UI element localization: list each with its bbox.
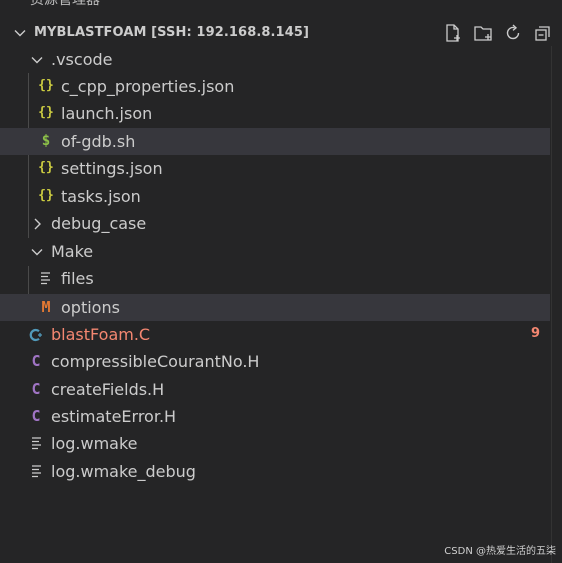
- file-label: options: [61, 298, 120, 317]
- file-label: launch.json: [61, 104, 153, 123]
- header-file-icon: C: [31, 352, 41, 370]
- file-estimateerror-h[interactable]: C estimateError.H: [0, 403, 550, 430]
- chevron-right-icon: [29, 216, 45, 232]
- folder-label: debug_case: [51, 214, 147, 233]
- file-label: createFields.H: [51, 380, 165, 399]
- file-log-wmake-debug[interactable]: log.wmake_debug: [0, 458, 550, 485]
- folder-debug-case[interactable]: debug_case: [0, 210, 550, 237]
- file-tasks-json[interactable]: {} tasks.json: [0, 183, 550, 210]
- header-file-icon: C: [31, 407, 41, 425]
- file-label: blastFoam.C: [51, 325, 151, 344]
- json-icon: {}: [38, 160, 54, 175]
- collapse-all-icon[interactable]: [532, 22, 554, 44]
- vertical-scrollbar[interactable]: [551, 46, 562, 563]
- explorer-title: 资源管理器: [30, 0, 100, 8]
- workspace-title: MYBLASTFOAM [SSH: 192.168.8.145]: [34, 25, 310, 40]
- explorer-panel: 资源管理器 MYBLASTFOAM [SSH: 192.168.8.145] .…: [0, 0, 562, 563]
- file-label: log.wmake: [51, 434, 138, 453]
- file-settings-json[interactable]: {} settings.json: [0, 155, 550, 182]
- file-c-cpp-properties-json[interactable]: {} c_cpp_properties.json: [0, 73, 550, 100]
- file-label: log.wmake_debug: [51, 462, 196, 481]
- json-icon: {}: [38, 105, 54, 120]
- makefile-icon: M: [41, 298, 51, 316]
- cpp-file-icon: [28, 326, 46, 344]
- file-label: c_cpp_properties.json: [61, 77, 235, 96]
- problem-count-badge: 9: [530, 326, 540, 341]
- watermark: CSDN @热爱生活的五柒: [444, 546, 556, 557]
- folder-make[interactable]: Make: [0, 238, 550, 265]
- file-label: settings.json: [61, 159, 163, 178]
- file-compressiblecourantno-h[interactable]: C compressibleCourantNo.H: [0, 348, 550, 375]
- chevron-down-icon: [29, 52, 45, 68]
- folder-vscode[interactable]: .vscode: [0, 46, 550, 73]
- json-icon: {}: [38, 78, 54, 93]
- file-createfields-h[interactable]: C createFields.H: [0, 376, 550, 403]
- explorer-title-bar: 资源管理器: [0, 0, 562, 16]
- file-blastfoam-c[interactable]: blastFoam.C 9: [0, 321, 550, 348]
- text-file-icon: [39, 270, 57, 288]
- file-label: tasks.json: [61, 187, 141, 206]
- file-label: compressibleCourantNo.H: [51, 352, 260, 371]
- json-icon: {}: [38, 188, 54, 203]
- file-of-gdb-sh[interactable]: $ of-gdb.sh: [0, 128, 550, 155]
- file-files[interactable]: files: [0, 265, 550, 292]
- text-file-icon: [30, 435, 48, 453]
- folder-label: Make: [51, 242, 94, 261]
- refresh-icon[interactable]: [502, 22, 524, 44]
- header-file-icon: C: [31, 380, 41, 398]
- file-label: estimateError.H: [51, 407, 177, 426]
- chevron-down-icon: [29, 244, 45, 260]
- folder-label: .vscode: [51, 50, 113, 69]
- file-options[interactable]: M options: [0, 294, 550, 321]
- new-file-icon[interactable]: [442, 22, 464, 44]
- workspace-header[interactable]: MYBLASTFOAM [SSH: 192.168.8.145]: [0, 20, 562, 46]
- file-launch-json[interactable]: {} launch.json: [0, 100, 550, 127]
- file-label: of-gdb.sh: [61, 132, 136, 151]
- new-folder-icon[interactable]: [472, 22, 494, 44]
- text-file-icon: [30, 463, 48, 481]
- file-label: files: [61, 269, 94, 288]
- chevron-down-icon[interactable]: [12, 25, 28, 41]
- file-log-wmake[interactable]: log.wmake: [0, 430, 550, 457]
- shell-script-icon: $: [41, 133, 51, 149]
